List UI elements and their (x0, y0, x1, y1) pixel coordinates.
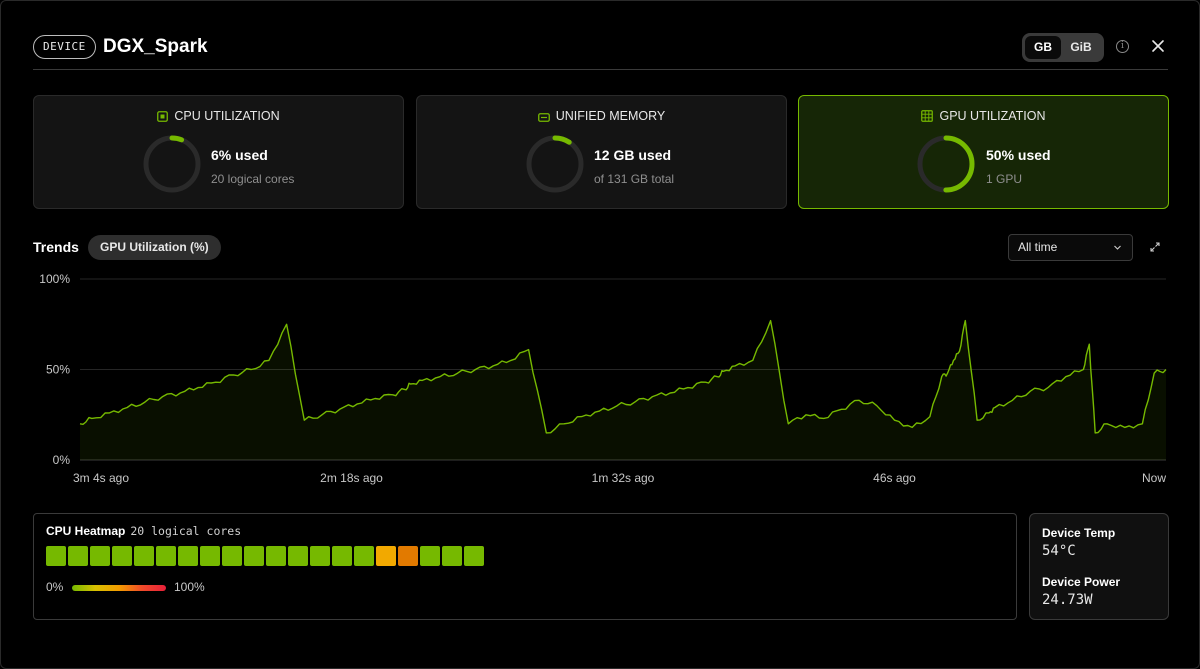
heatmap-cell[interactable] (420, 546, 440, 566)
x-tick-label: 1m 32s ago (592, 471, 655, 485)
gpu-count-text: 1 GPU (986, 172, 1023, 186)
device-power-value: 24.73W (1042, 592, 1093, 608)
cpu-icon (157, 111, 169, 122)
heatmap-cell[interactable] (310, 546, 330, 566)
trends-label: Trends (33, 239, 79, 255)
heatmap-cell[interactable] (156, 546, 176, 566)
heatmap-cell[interactable] (266, 546, 286, 566)
cpu-card-title: CPU UTILIZATION (174, 109, 280, 123)
device-power-label: Device Power (1042, 575, 1121, 589)
x-tick-label: 2m 18s ago (320, 471, 383, 485)
gpu-card-title: GPU UTILIZATION (939, 109, 1046, 123)
heatmap-cell[interactable] (464, 546, 484, 566)
heatmap-cell[interactable] (222, 546, 242, 566)
time-range-select[interactable]: All time (1008, 234, 1133, 261)
heatmap-cell[interactable] (178, 546, 198, 566)
heatmap-subtitle: 20 logical cores (130, 524, 242, 538)
cpu-utilization-card[interactable]: CPU UTILIZATION 6% used 20 logical cores (33, 95, 404, 209)
gpu-utilization-chart: 100% 50% 0%3m 4s ago 2m 18s ago 1m 32s ago 46… (39, 272, 1167, 485)
heatmap-cell[interactable] (244, 546, 264, 566)
x-tick-label: Now (1142, 471, 1166, 485)
cpu-cores-text: 20 logical cores (211, 172, 295, 186)
unit-toggle: GB GiB (1022, 33, 1104, 62)
heatmap-title: CPU Heatmap (46, 524, 126, 538)
memory-gauge (526, 135, 584, 193)
heatmap-cell[interactable] (112, 546, 132, 566)
device-temp-label: Device Temp (1042, 526, 1116, 540)
unit-gb-button[interactable]: GB (1025, 36, 1061, 59)
chevron-down-icon (1114, 245, 1121, 250)
memory-used-value: 12 GB used (594, 147, 672, 163)
unit-gib-button[interactable]: GiB (1063, 36, 1099, 59)
heatmap-legend-min: 0% (46, 580, 64, 594)
device-temp-value: 54°C (1042, 543, 1076, 559)
gpu-used-value: 50% used (986, 147, 1051, 163)
heatmap-cell[interactable] (46, 546, 66, 566)
heatmap-cell[interactable] (68, 546, 88, 566)
cpu-heatmap: CPU Heatmap 20 logical cores 0% 100% (33, 513, 1017, 620)
y-tick-label: 0% (53, 453, 71, 467)
x-tick-label: 46s ago (873, 471, 916, 485)
gauge-track (526, 135, 584, 193)
heatmap-legend-max: 100% (174, 580, 205, 594)
device-badge: DEVICE (33, 35, 96, 59)
metric-chip-gpu-utilization[interactable]: GPU Utilization (%) (88, 235, 221, 260)
device-stats-panel: Device Temp 54°C Device Power 24.73W (1029, 513, 1169, 620)
heatmap-cell[interactable] (200, 546, 220, 566)
heatmap-legend-bar (72, 585, 166, 591)
heatmap-cell[interactable] (332, 546, 352, 566)
y-tick-label: 50% (46, 363, 70, 377)
heatmap-cell[interactable] (442, 546, 462, 566)
heatmap-cell[interactable] (90, 546, 110, 566)
heatmap-cell[interactable] (288, 546, 308, 566)
heatmap-cell[interactable] (354, 546, 374, 566)
device-name: DGX_Spark (103, 36, 208, 57)
gpu-icon (921, 110, 934, 122)
info-icon[interactable]: i (1116, 40, 1129, 53)
unified-memory-card[interactable]: UNIFIED MEMORY 12 GB used of 131 GB tota… (416, 95, 787, 209)
close-icon[interactable] (1150, 38, 1166, 54)
x-tick-label: 3m 4s ago (73, 471, 129, 485)
cpu-gauge (143, 135, 201, 193)
memory-card-title: UNIFIED MEMORY (555, 109, 666, 123)
expand-icon[interactable] (1150, 242, 1160, 252)
gpu-gauge (917, 135, 975, 193)
panel-header: DEVICE DGX_Spark GB GiB i (33, 33, 1168, 70)
heatmap-cell[interactable] (376, 546, 396, 566)
time-range-value: All time (1018, 240, 1058, 254)
heatmap-cell[interactable] (134, 546, 154, 566)
series-area (80, 320, 1166, 460)
memory-total-text: of 131 GB total (594, 172, 675, 186)
cpu-used-value: 6% used (211, 147, 268, 163)
memory-icon (537, 113, 550, 122)
gauge-track (143, 135, 201, 193)
heatmap-cell[interactable] (398, 546, 418, 566)
gpu-utilization-card[interactable]: GPU UTILIZATION 50% used 1 GPU (798, 95, 1169, 209)
y-tick-label: 100% (39, 272, 70, 286)
